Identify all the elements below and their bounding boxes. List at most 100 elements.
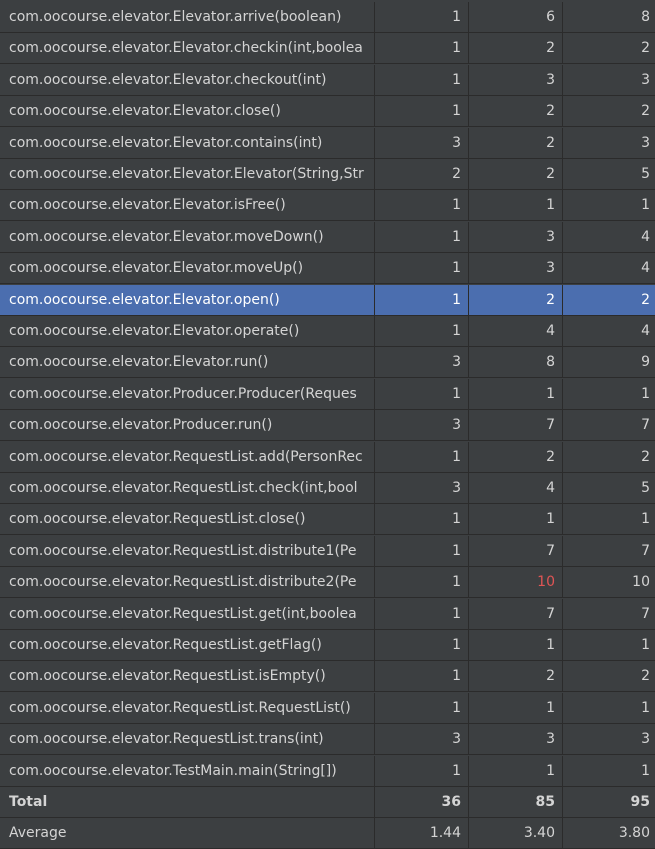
- metric-3-cell: 2: [641, 292, 650, 308]
- method-name-cell: com.oocourse.elevator.RequestList.close(…: [0, 504, 375, 534]
- method-name-cell: com.oocourse.elevator.RequestList.trans(…: [0, 724, 375, 754]
- metric-2-cell: 10: [470, 567, 563, 597]
- table-row[interactable]: com.oocourse.elevator.RequestList.isEmpt…: [0, 661, 655, 692]
- metric-3-cell: 3: [641, 72, 650, 88]
- metric-2-cell: 2: [470, 96, 563, 126]
- metric-2-cell: 7: [470, 410, 563, 440]
- table-row[interactable]: com.oocourse.elevator.RequestList.add(Pe…: [0, 442, 655, 473]
- metric-1-cell: 1: [376, 96, 469, 126]
- metric-1-cell: 1: [376, 33, 469, 63]
- metric-2-cell: 6: [470, 2, 563, 32]
- table-row[interactable]: com.oocourse.elevator.TestMain.main(Stri…: [0, 756, 655, 787]
- table-row[interactable]: com.oocourse.elevator.RequestList.Reques…: [0, 693, 655, 724]
- table-row[interactable]: com.oocourse.elevator.Elevator.Elevator(…: [0, 159, 655, 190]
- method-name-cell: Total: [0, 787, 375, 817]
- table-row[interactable]: com.oocourse.elevator.RequestList.close(…: [0, 504, 655, 535]
- metric-3-cell: 7: [641, 417, 650, 433]
- table-row[interactable]: com.oocourse.elevator.Elevator.run() 3 8 9: [0, 347, 655, 378]
- metric-3-cell: 5: [641, 480, 650, 496]
- metric-1-cell: 1: [376, 504, 469, 534]
- metric-1-cell: 3: [376, 347, 469, 377]
- metric-3-cell: 95: [630, 794, 650, 810]
- metric-3-cell: 7: [641, 606, 650, 622]
- method-name-cell: com.oocourse.elevator.Elevator.run(): [0, 347, 375, 377]
- metric-3-cell: 3: [641, 135, 650, 151]
- metric-1-cell: 1: [376, 630, 469, 660]
- metric-2-cell: 3: [470, 253, 563, 283]
- total-row[interactable]: Total 36 85 95: [0, 787, 655, 818]
- method-name-cell: Average: [0, 818, 375, 848]
- metric-3-cell: 1: [641, 637, 650, 653]
- method-name-cell: com.oocourse.elevator.RequestList.add(Pe…: [0, 442, 375, 472]
- method-name-cell: com.oocourse.elevator.Elevator.checkin(i…: [0, 33, 375, 63]
- table-row[interactable]: com.oocourse.elevator.Producer.run() 3 7 7: [0, 410, 655, 441]
- method-name-cell: com.oocourse.elevator.Elevator.Elevator(…: [0, 159, 375, 189]
- metric-3-cell: 4: [641, 323, 650, 339]
- method-name-cell: com.oocourse.elevator.Elevator.open(): [0, 285, 375, 315]
- method-name-cell: com.oocourse.elevator.Producer.Producer(…: [0, 379, 375, 409]
- method-name-cell: com.oocourse.elevator.Elevator.isFree(): [0, 190, 375, 220]
- metric-2-cell: 7: [470, 599, 563, 629]
- method-name-cell: com.oocourse.elevator.Elevator.operate(): [0, 316, 375, 346]
- table-row[interactable]: com.oocourse.elevator.Elevator.isFree() 1…: [0, 190, 655, 221]
- metric-2-cell: 7: [470, 536, 563, 566]
- metric-1-cell: 1.44: [376, 818, 469, 848]
- metric-1-cell: 3: [376, 410, 469, 440]
- metric-2-cell: 2: [470, 285, 563, 315]
- method-name-cell: com.oocourse.elevator.Producer.run(): [0, 410, 375, 440]
- metric-2-cell: 2: [470, 442, 563, 472]
- metric-2-cell: 8: [470, 347, 563, 377]
- metric-1-cell: 1: [376, 285, 469, 315]
- metric-3-cell: 1: [641, 386, 650, 402]
- method-name-cell: com.oocourse.elevator.RequestList.isEmpt…: [0, 661, 375, 691]
- metric-1-cell: 1: [376, 536, 469, 566]
- table-row[interactable]: com.oocourse.elevator.Elevator.checkout(…: [0, 65, 655, 96]
- method-name-cell: com.oocourse.elevator.RequestList.get(in…: [0, 599, 375, 629]
- table-row[interactable]: com.oocourse.elevator.RequestList.get(in…: [0, 599, 655, 630]
- metric-1-cell: 1: [376, 253, 469, 283]
- method-metrics-table: com.oocourse.elevator.Elevator.arrive(bo…: [0, 0, 655, 849]
- table-row[interactable]: com.oocourse.elevator.RequestList.check(…: [0, 473, 655, 504]
- metric-3-cell: 9: [641, 354, 650, 370]
- table-row[interactable]: com.oocourse.elevator.Elevator.moveUp() 1…: [0, 253, 655, 284]
- method-name-cell: com.oocourse.elevator.Elevator.contains(…: [0, 128, 375, 158]
- method-name-cell: com.oocourse.elevator.Elevator.arrive(bo…: [0, 2, 375, 32]
- table-row[interactable]: com.oocourse.elevator.Elevator.contains(…: [0, 128, 655, 159]
- metric-2-cell: 85: [470, 787, 563, 817]
- table-row[interactable]: com.oocourse.elevator.Elevator.checkin(i…: [0, 33, 655, 64]
- table-row[interactable]: com.oocourse.elevator.Elevator.moveDown(…: [0, 222, 655, 253]
- method-name-cell: com.oocourse.elevator.RequestList.getFla…: [0, 630, 375, 660]
- metric-3-cell: 8: [641, 9, 650, 25]
- table-row[interactable]: com.oocourse.elevator.Elevator.close() 1 2…: [0, 96, 655, 127]
- metric-2-cell: 4: [470, 316, 563, 346]
- metric-2-cell: 3: [470, 724, 563, 754]
- metric-1-cell: 1: [376, 65, 469, 95]
- table-row[interactable]: com.oocourse.elevator.Elevator.operate()…: [0, 316, 655, 347]
- metric-1-cell: 1: [376, 442, 469, 472]
- method-name-cell: com.oocourse.elevator.RequestList.check(…: [0, 473, 375, 503]
- method-name-cell: com.oocourse.elevator.RequestList.distri…: [0, 536, 375, 566]
- table-row[interactable]: com.oocourse.elevator.Elevator.arrive(bo…: [0, 2, 655, 33]
- method-name-cell: com.oocourse.elevator.TestMain.main(Stri…: [0, 756, 375, 786]
- metric-2-cell: 3: [470, 65, 563, 95]
- metric-2-cell: 1: [470, 756, 563, 786]
- average-row[interactable]: Average 1.44 3.40 3.80: [0, 818, 655, 849]
- metric-1-cell: 36: [376, 787, 469, 817]
- method-name-cell: com.oocourse.elevator.Elevator.checkout(…: [0, 65, 375, 95]
- metric-1-cell: 1: [376, 222, 469, 252]
- table-row[interactable]: com.oocourse.elevator.RequestList.getFla…: [0, 630, 655, 661]
- method-name-cell: com.oocourse.elevator.Elevator.moveDown(…: [0, 222, 375, 252]
- metric-1-cell: 1: [376, 567, 469, 597]
- table-row[interactable]: com.oocourse.elevator.RequestList.distri…: [0, 536, 655, 567]
- metric-1-cell: 3: [376, 473, 469, 503]
- metric-2-cell: 4: [470, 473, 563, 503]
- table-row[interactable]: com.oocourse.elevator.RequestList.trans(…: [0, 724, 655, 755]
- metric-3-cell: 1: [641, 700, 650, 716]
- metric-3-cell: 3.80: [618, 825, 650, 841]
- metric-1-cell: 2: [376, 159, 469, 189]
- table-row[interactable]: com.oocourse.elevator.RequestList.distri…: [0, 567, 655, 598]
- metric-2-cell: 1: [470, 190, 563, 220]
- table-row[interactable]: com.oocourse.elevator.Elevator.open() 1 2 2: [0, 285, 655, 316]
- metric-3-cell: 4: [641, 229, 650, 245]
- table-row[interactable]: com.oocourse.elevator.Producer.Producer(…: [0, 379, 655, 410]
